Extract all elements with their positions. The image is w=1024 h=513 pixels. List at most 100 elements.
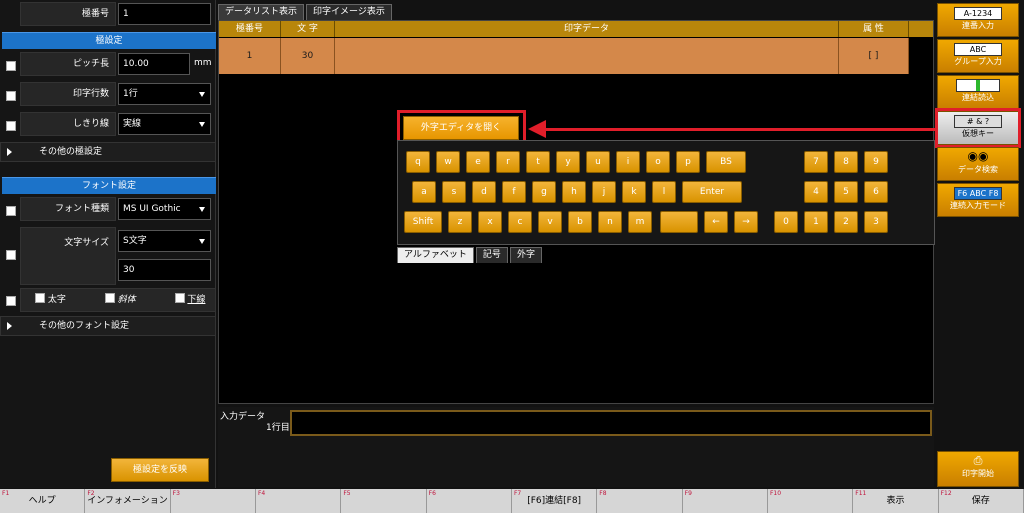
tab-print-image[interactable]: 印字イメージ表示 bbox=[306, 4, 392, 20]
continuous-input-mode-button[interactable]: F6 ABC F8 連続入力モード bbox=[937, 183, 1019, 217]
fkey-f4[interactable]: F4 bbox=[256, 489, 342, 513]
renban-input-button[interactable]: A-1234 連番入力 bbox=[937, 3, 1019, 37]
tab-gaiji[interactable]: 外字 bbox=[509, 247, 542, 263]
print-start-button[interactable]: ⎙ 印字開始 bbox=[937, 451, 1019, 487]
key-3[interactable]: 3 bbox=[864, 211, 888, 233]
other-pole-settings[interactable]: その他の極設定 bbox=[0, 142, 216, 162]
key-w[interactable]: w bbox=[436, 151, 460, 173]
key-enter[interactable]: Enter bbox=[682, 181, 742, 203]
rows-select[interactable]: 1行 bbox=[118, 83, 211, 105]
key-b[interactable]: b bbox=[568, 211, 592, 233]
col-print-data[interactable]: 印字データ bbox=[335, 21, 839, 37]
renketsu-load-button[interactable]: 連結読込 bbox=[937, 75, 1019, 109]
underline-checkbox[interactable] bbox=[174, 293, 185, 303]
font-size-checkbox[interactable] bbox=[6, 250, 16, 260]
fkey-f9[interactable]: F9 bbox=[683, 489, 768, 513]
other-font-settings[interactable]: その他のフォント設定 bbox=[0, 316, 216, 336]
cell-print-data[interactable] bbox=[335, 38, 839, 74]
pitch-checkbox[interactable] bbox=[6, 61, 16, 71]
divider-checkbox[interactable] bbox=[6, 121, 16, 131]
font-settings-header: フォント設定 bbox=[2, 177, 216, 194]
key-t[interactable]: t bbox=[526, 151, 550, 173]
key-7[interactable]: 7 bbox=[804, 151, 828, 173]
key-k[interactable]: k bbox=[622, 181, 646, 203]
font-type-select[interactable]: MS UI Gothic bbox=[118, 198, 211, 220]
key-backspace[interactable]: BS bbox=[706, 151, 746, 173]
fkey-f3[interactable]: F3 bbox=[171, 489, 256, 513]
fkey-f8[interactable]: F8 bbox=[597, 489, 683, 513]
key-m[interactable]: m bbox=[628, 211, 652, 233]
rows-checkbox[interactable] bbox=[6, 91, 16, 101]
fkey-label: 表示 bbox=[886, 496, 905, 506]
italic-checkbox[interactable] bbox=[104, 293, 115, 303]
key-f[interactable]: f bbox=[502, 181, 526, 203]
key-x[interactable]: x bbox=[478, 211, 502, 233]
font-type-checkbox[interactable] bbox=[6, 206, 16, 216]
col-characters[interactable]: 文 字 bbox=[281, 21, 335, 37]
key-p[interactable]: p bbox=[676, 151, 700, 173]
key-g[interactable]: g bbox=[532, 181, 556, 203]
key-z[interactable]: z bbox=[448, 211, 472, 233]
group-label: グループ入力 bbox=[954, 57, 1002, 66]
key-5[interactable]: 5 bbox=[834, 181, 858, 203]
key-0[interactable]: 0 bbox=[774, 211, 798, 233]
key-left-arrow[interactable]: ← bbox=[704, 211, 728, 233]
key-right-arrow[interactable]: → bbox=[734, 211, 758, 233]
key-9[interactable]: 9 bbox=[864, 151, 888, 173]
data-search-button[interactable]: ◉◉ データ検索 bbox=[937, 147, 1019, 181]
apply-pole-settings-button[interactable]: 極設定を反映 bbox=[111, 458, 209, 482]
cell-pole-number[interactable]: 1 bbox=[219, 38, 281, 74]
annotation-arrow-line bbox=[545, 128, 937, 131]
key-6[interactable]: 6 bbox=[864, 181, 888, 203]
group-input-button[interactable]: ABC グループ入力 bbox=[937, 39, 1019, 73]
key-v[interactable]: v bbox=[538, 211, 562, 233]
tab-alphabet[interactable]: アルファベット bbox=[397, 247, 474, 263]
key-o[interactable]: o bbox=[646, 151, 670, 173]
pitch-field[interactable]: 10.00 bbox=[118, 53, 190, 75]
fkey-f10[interactable]: F10 bbox=[768, 489, 854, 513]
tab-symbols[interactable]: 記号 bbox=[475, 247, 508, 263]
key-u[interactable]: u bbox=[586, 151, 610, 173]
font-size-select[interactable]: S文字 bbox=[118, 230, 211, 252]
key-y[interactable]: y bbox=[556, 151, 580, 173]
key-d[interactable]: d bbox=[472, 181, 496, 203]
key-2[interactable]: 2 bbox=[834, 211, 858, 233]
key-n[interactable]: n bbox=[598, 211, 622, 233]
key-shift[interactable]: Shift bbox=[404, 211, 442, 233]
fkey-f5[interactable]: F5 bbox=[341, 489, 427, 513]
key-q[interactable]: q bbox=[406, 151, 430, 173]
key-i[interactable]: i bbox=[616, 151, 640, 173]
key-e[interactable]: e bbox=[466, 151, 490, 173]
bold-checkbox[interactable] bbox=[35, 293, 45, 303]
key-j[interactable]: j bbox=[592, 181, 616, 203]
key-r[interactable]: r bbox=[496, 151, 520, 173]
key-4[interactable]: 4 bbox=[804, 181, 828, 203]
cell-attribute[interactable]: [ ] bbox=[839, 38, 909, 74]
divider-label: しきり線 bbox=[20, 112, 116, 136]
key-c[interactable]: c bbox=[508, 211, 532, 233]
fkey-f7[interactable]: F7 [F6]連結[F8] bbox=[512, 489, 598, 513]
font-size-value[interactable]: 30 bbox=[118, 259, 211, 281]
tab-data-list[interactable]: データリスト表示 bbox=[218, 4, 305, 20]
pole-number-field[interactable]: 1 bbox=[118, 3, 211, 25]
fkey-f1[interactable]: F1 ヘルプ bbox=[0, 489, 86, 513]
fkey-f12[interactable]: F12 保存 bbox=[939, 489, 1024, 513]
cell-characters[interactable]: 30 bbox=[281, 38, 335, 74]
key-s[interactable]: s bbox=[442, 181, 466, 203]
divider-select[interactable]: 実線 bbox=[118, 113, 211, 135]
col-pole-number[interactable]: 極番号 bbox=[219, 21, 281, 37]
fkey-f11[interactable]: F11 表示 bbox=[853, 489, 939, 513]
key-space[interactable] bbox=[660, 211, 698, 233]
font-type-label: フォント種類 bbox=[20, 197, 116, 221]
key-h[interactable]: h bbox=[562, 181, 586, 203]
input-data-field[interactable] bbox=[290, 410, 932, 436]
key-a[interactable]: a bbox=[412, 181, 436, 203]
fkey-f2[interactable]: F2 インフォメーション bbox=[85, 489, 171, 513]
key-1[interactable]: 1 bbox=[804, 211, 828, 233]
style-checkbox[interactable] bbox=[6, 296, 16, 306]
fkey-f6[interactable]: F6 bbox=[427, 489, 512, 513]
table-row[interactable]: 1 30 [ ] bbox=[219, 38, 909, 74]
key-8[interactable]: 8 bbox=[834, 151, 858, 173]
col-attribute[interactable]: 属 性 bbox=[839, 21, 909, 37]
key-l[interactable]: l bbox=[652, 181, 676, 203]
